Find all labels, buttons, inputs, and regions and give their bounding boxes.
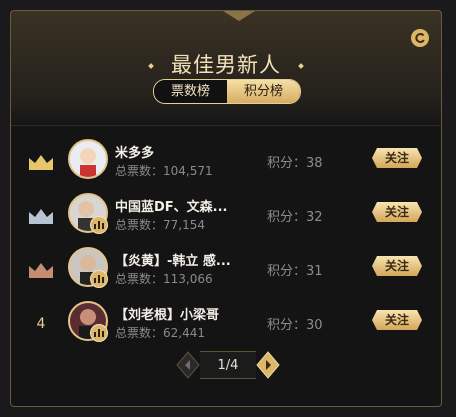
ranking-tabs: 票数榜 积分榜 (153, 79, 301, 104)
points: 积分：38 (267, 156, 323, 171)
player-name[interactable]: 【刘老根】小梁哥 (115, 304, 219, 323)
level-badge-icon (90, 216, 108, 234)
follow-button[interactable]: 关注 (371, 309, 423, 331)
total-votes: 总票数：62,441 (115, 326, 205, 340)
follow-button[interactable]: 关注 (371, 201, 423, 223)
list-item: 【炎黄】-韩立 感... 总票数：113,066 积分：31 关注 (11, 244, 441, 296)
total-votes: 总票数：113,066 (115, 272, 213, 286)
ranking-panel: 最佳男新人 票数榜 积分榜 米多多 总票数：104,571 积分：38 关注 中… (10, 10, 442, 407)
next-page-button[interactable] (256, 351, 280, 379)
diamond-icon (298, 63, 304, 69)
tab-points[interactable]: 积分榜 (227, 80, 300, 103)
silver-crown-icon (29, 209, 53, 224)
gold-crown-icon (29, 155, 53, 170)
total-votes: 总票数：104,571 (115, 164, 213, 178)
refresh-button[interactable] (411, 29, 429, 47)
follow-label: 关注 (384, 205, 409, 219)
follow-button[interactable]: 关注 (371, 147, 423, 169)
list-item: 4 【刘老根】小梁哥 总票数：62,441 积分：30 关注 (11, 298, 441, 350)
prev-page-button[interactable] (176, 351, 200, 379)
level-badge-icon (90, 324, 108, 342)
follow-button[interactable]: 关注 (371, 255, 423, 277)
divider (11, 125, 441, 126)
points: 积分：30 (267, 318, 323, 333)
follow-label: 关注 (384, 313, 409, 327)
avatar[interactable] (68, 139, 108, 179)
player-name[interactable]: 中国蓝DF、文森... (115, 196, 228, 215)
player-name[interactable]: 【炎黄】-韩立 感... (115, 250, 231, 269)
tab-votes[interactable]: 票数榜 (154, 80, 227, 103)
points: 积分：31 (267, 264, 323, 279)
chevron-left-icon (176, 351, 200, 379)
player-name[interactable]: 米多多 (115, 142, 154, 161)
list-item: 中国蓝DF、文森... 总票数：77,154 积分：32 关注 (11, 190, 441, 242)
level-badge-icon (90, 270, 108, 288)
chevron-right-icon (256, 351, 280, 379)
rank-number: 4 (36, 316, 46, 332)
bronze-crown-icon (29, 263, 53, 278)
pagination: 1/4 (176, 351, 280, 379)
refresh-icon (415, 33, 425, 43)
top-notch-icon (223, 11, 255, 21)
follow-label: 关注 (384, 259, 409, 273)
points: 积分：32 (267, 210, 323, 225)
title-text: 最佳男新人 (171, 53, 281, 77)
page-indicator: 1/4 (200, 351, 256, 379)
page-title: 最佳男新人 (11, 49, 441, 79)
list-item: 米多多 总票数：104,571 积分：38 关注 (11, 136, 441, 188)
follow-label: 关注 (384, 151, 409, 165)
total-votes: 总票数：77,154 (115, 218, 205, 232)
diamond-icon (148, 63, 154, 69)
